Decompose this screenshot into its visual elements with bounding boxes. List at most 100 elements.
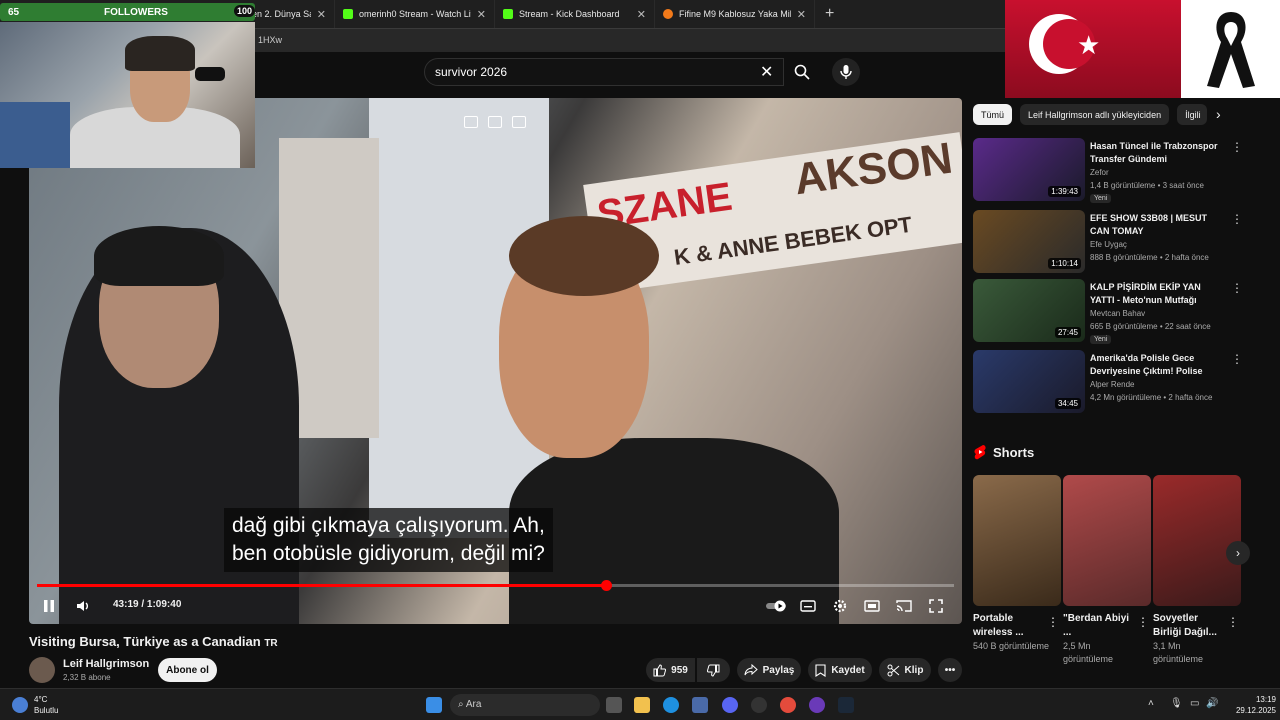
more-vert-icon[interactable]: ⋮ [1231, 281, 1243, 295]
weather-widget[interactable]: 4°C Bulutlu [34, 694, 58, 716]
theater-icon[interactable] [488, 116, 502, 128]
chip-related[interactable]: İlgili [1177, 104, 1208, 125]
miniplayer-controls[interactable] [464, 116, 526, 128]
chip-all[interactable]: Tümü [973, 104, 1013, 125]
short-thumbnail[interactable] [1153, 475, 1241, 606]
person-right-hair [509, 216, 659, 296]
more-vert-icon[interactable]: ⋮ [1231, 140, 1243, 154]
like-button[interactable]: 959 [646, 658, 695, 682]
rec-channel[interactable]: Efe Uygaç [1090, 240, 1127, 249]
theater-mode-button[interactable] [864, 598, 880, 614]
steam-icon[interactable] [838, 697, 854, 713]
edge-icon[interactable] [663, 697, 679, 713]
more-vert-icon[interactable]: ⋮ [1047, 615, 1059, 629]
settings-button[interactable] [832, 598, 848, 614]
video-thumbnail[interactable]: 1:10:14 [973, 210, 1085, 273]
url-text: 1HXw [258, 35, 283, 45]
taskbar-search-text: Ara [465, 699, 482, 710]
short-thumbnail[interactable] [1063, 475, 1151, 606]
clip-button[interactable]: Klip [879, 658, 931, 682]
autoplay-toggle[interactable] [764, 598, 788, 614]
close-tab-icon[interactable]: ✕ [477, 8, 486, 21]
chip-uploader[interactable]: Leif Hallgrimson adlı yükleyiciden [1020, 104, 1170, 125]
chevron-up-icon[interactable]: ˄ [1148, 698, 1154, 709]
obs-icon[interactable] [751, 697, 767, 713]
rec-channel[interactable]: Zefor [1090, 168, 1109, 177]
recommendation-item[interactable]: 1:10:14 EFE SHOW S3B08 | MESUT CAN TOMAY… [973, 210, 1263, 274]
cast-button[interactable] [896, 598, 912, 614]
pause-icon [44, 600, 54, 612]
channel-name[interactable]: Leif Hallgrimson [63, 658, 149, 670]
short-item[interactable]: "Berdan Abiyi ... 2,5 Mn görüntüleme ⋮ [1063, 475, 1151, 666]
short-item[interactable]: Sovyetler Birliği Dağıl... 3,1 Mn görünt… [1153, 475, 1241, 666]
short-title[interactable]: "Berdan Abiyi ... [1063, 612, 1135, 640]
channel-avatar[interactable] [29, 657, 55, 683]
tab-title: Stream - Kick Dashboard [519, 9, 620, 19]
person-left-hair [94, 226, 224, 286]
mourning-ribbon-icon [1206, 12, 1255, 88]
close-tab-icon[interactable]: ✕ [797, 8, 806, 21]
video-thumbnail[interactable]: 34:45 [973, 350, 1085, 413]
app-icon[interactable] [809, 697, 825, 713]
short-item[interactable]: Portable wireless ... 540 B görüntüleme … [973, 475, 1061, 653]
volume-button[interactable] [75, 598, 91, 614]
rec-title[interactable]: Amerika'da Polisle Gece Devriyesine Çıkt… [1090, 352, 1225, 378]
voice-search-button[interactable] [832, 58, 860, 86]
more-vert-icon[interactable]: ⋮ [1227, 615, 1239, 629]
recommendation-item[interactable]: 1:39:43 Hasan Tüncel ile Trabzonspor Tra… [973, 138, 1263, 203]
pause-button[interactable] [41, 598, 57, 614]
share-button[interactable]: Paylaş [737, 658, 801, 682]
browser-tab[interactable]: Fifine M9 Kablosuz Yaka Mikrofon ✕ [655, 0, 815, 28]
captions-button[interactable] [800, 598, 816, 614]
task-view-icon[interactable] [606, 697, 622, 713]
close-tab-icon[interactable]: ✕ [317, 8, 326, 21]
subscribe-button[interactable]: Abone ol [158, 658, 217, 682]
close-tab-icon[interactable]: ✕ [637, 8, 646, 21]
windows-start-icon[interactable] [426, 697, 442, 713]
more-vert-icon[interactable]: ⋮ [1231, 212, 1243, 226]
rec-meta: 4,2 Mn görüntüleme • 2 hafta önce [1090, 393, 1213, 402]
popout-icon[interactable] [512, 116, 526, 128]
more-vert-icon[interactable]: ⋮ [1231, 352, 1243, 366]
save-button[interactable]: Kaydet [808, 658, 872, 682]
short-thumbnail[interactable] [973, 475, 1061, 606]
rec-title[interactable]: Hasan Tüncel ile Trabzonspor Transfer Gü… [1090, 140, 1225, 166]
search-button[interactable] [786, 58, 818, 86]
clear-search-icon[interactable]: ✕ [760, 62, 773, 82]
file-explorer-icon[interactable] [634, 697, 650, 713]
rec-title[interactable]: EFE SHOW S3B08 | MESUT CAN TOMAY [1090, 212, 1225, 238]
microphone-icon[interactable]: 🎙 [1170, 698, 1183, 709]
miniplayer-icon[interactable] [464, 116, 478, 128]
app-icon[interactable] [692, 697, 708, 713]
more-actions-button[interactable]: ••• [938, 658, 962, 682]
recommendation-item[interactable]: 34:45 Amerika'da Polisle Gece Devriyesin… [973, 350, 1263, 414]
video-player[interactable]: SZANE AKSON K & ANNE BEBEK OPT dağ gibi … [29, 98, 962, 624]
recommendation-item[interactable]: 27:45 KALP PİŞİRDİM EKİP YAN YATTI - Met… [973, 279, 1263, 344]
short-title[interactable]: Sovyetler Birliği Dağıl... [1153, 612, 1225, 640]
thumbs-up-icon [653, 663, 667, 676]
chevron-right-icon[interactable]: › [1216, 106, 1221, 122]
chevron-right-icon: › [1236, 546, 1240, 560]
rec-channel[interactable]: Mevtcan Bahav [1090, 309, 1145, 318]
new-tab-button[interactable]: + [815, 5, 844, 23]
browser-tab[interactable]: omerinh0 Stream - Watch Live on ✕ [335, 0, 495, 28]
volume-icon[interactable]: 🔊 [1206, 698, 1218, 709]
rec-channel[interactable]: Alper Rende [1090, 380, 1134, 389]
dislike-button[interactable] [697, 658, 730, 682]
browser-tab[interactable]: Stream - Kick Dashboard ✕ [495, 0, 655, 28]
fullscreen-button[interactable] [928, 598, 944, 614]
chrome-icon[interactable] [780, 697, 796, 713]
discord-icon[interactable] [722, 697, 738, 713]
video-thumbnail[interactable]: 1:39:43 [973, 138, 1085, 201]
rec-title[interactable]: KALP PİŞİRDİM EKİP YAN YATTI - Meto'nun … [1090, 281, 1225, 307]
progress-bar[interactable] [37, 580, 954, 591]
search-input[interactable]: survivor 2026 [424, 58, 784, 86]
short-title[interactable]: Portable wireless ... [973, 612, 1045, 640]
more-vert-icon[interactable]: ⋮ [1137, 615, 1149, 629]
video-thumbnail[interactable]: 27:45 [973, 279, 1085, 342]
taskbar-search[interactable]: ⌕ Ara [450, 694, 600, 716]
weather-icon[interactable] [12, 697, 28, 713]
system-clock[interactable]: 13:19 29.12.2025 [1228, 694, 1276, 716]
shorts-next-button[interactable]: › [1226, 541, 1250, 565]
network-icon[interactable]: ▭ [1190, 698, 1199, 709]
